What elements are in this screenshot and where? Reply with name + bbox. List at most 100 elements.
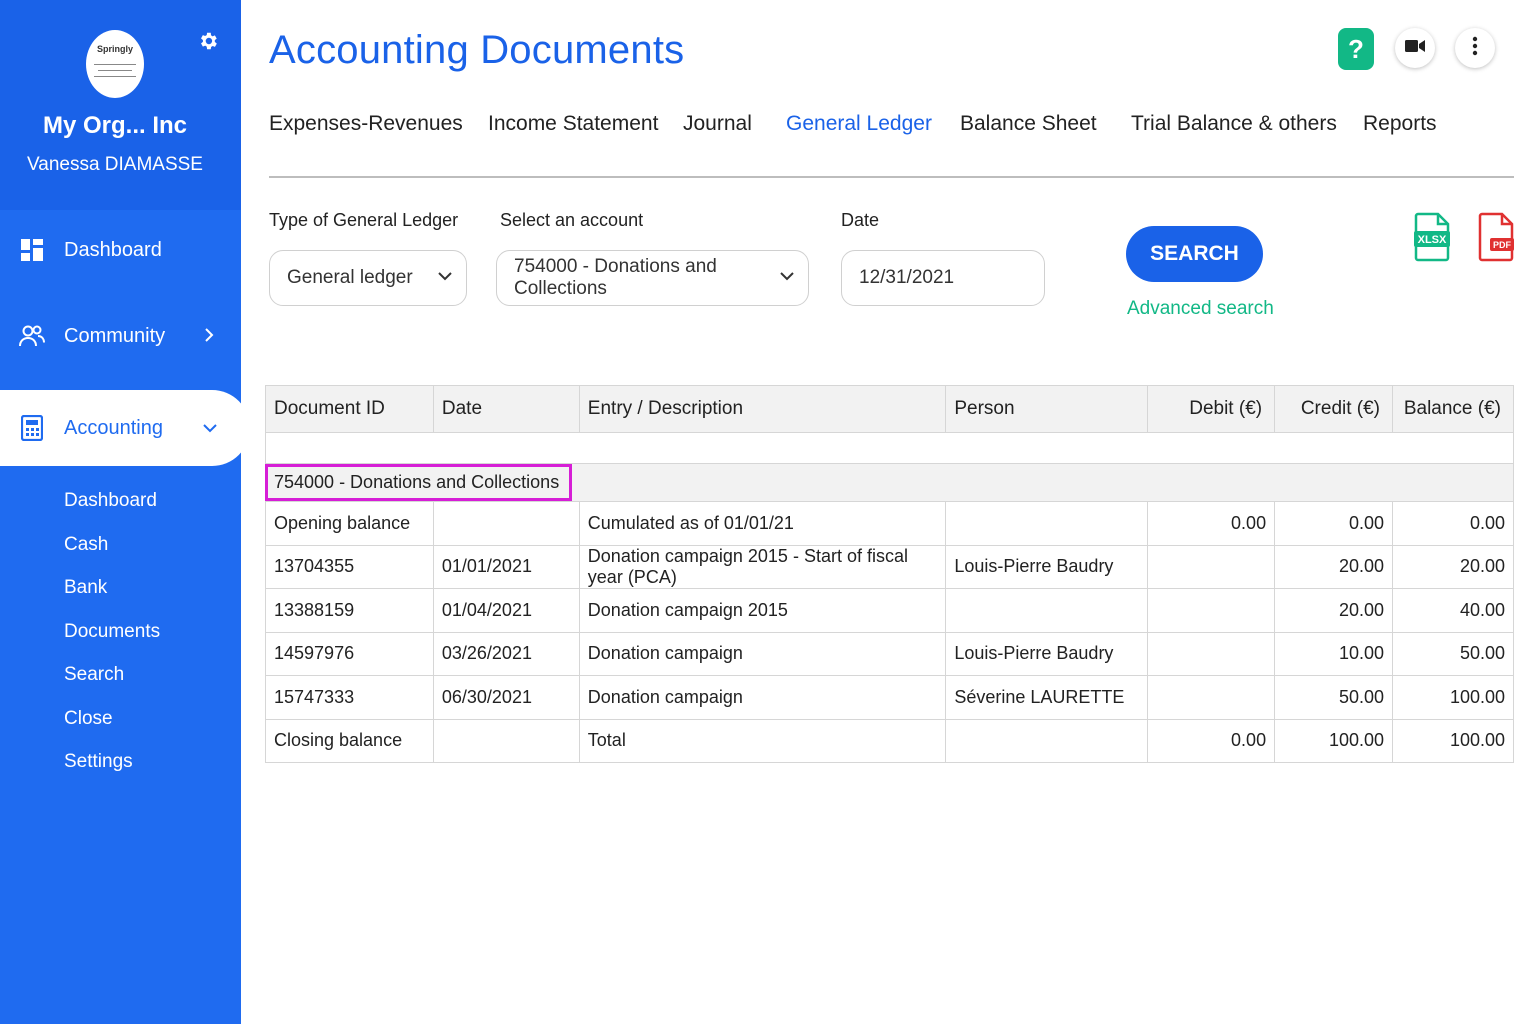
cell-balance: 100.00 — [1392, 718, 1514, 763]
tab-reports[interactable]: Reports — [1363, 112, 1437, 136]
sidebar-item-accounting[interactable]: Accounting — [0, 390, 250, 466]
dashboard-icon — [19, 237, 45, 263]
cell-person: Louis-Pierre Baudry — [945, 544, 1149, 589]
column-header[interactable]: Person — [945, 385, 1149, 433]
cell-balance: 0.00 — [1392, 501, 1514, 546]
cell-debit: 0.00 — [1147, 718, 1276, 763]
date-value: 12/31/2021 — [859, 267, 955, 288]
general-ledger-table: Document ID Date Entry / Description Per… — [265, 385, 1514, 763]
cell-credit: 20.00 — [1274, 588, 1394, 633]
table-row[interactable]: Closing balance Total 0.00 100.00 100.00 — [265, 718, 1514, 763]
ledger-type-select[interactable]: General ledger — [269, 250, 467, 306]
subnav-item-search[interactable]: Search — [64, 656, 160, 700]
chevron-down-icon — [203, 418, 217, 439]
chevron-down-icon — [438, 268, 452, 286]
table-row[interactable]: Opening balance Cumulated as of 01/01/21… — [265, 501, 1514, 546]
subnav-item-bank[interactable]: Bank — [64, 569, 160, 613]
account-select[interactable]: 754000 - Donations and Collections — [496, 250, 809, 306]
date-label: Date — [841, 210, 880, 230]
cell-date: 06/30/2021 — [432, 675, 580, 720]
settings-gear-icon[interactable] — [196, 30, 220, 54]
column-header[interactable]: Debit (€) — [1147, 385, 1276, 433]
subnav-item-documents[interactable]: Documents — [64, 613, 160, 657]
tab-balance-sheet[interactable]: Balance Sheet — [960, 112, 1097, 136]
tab-trial-balance[interactable]: Trial Balance & others — [1131, 112, 1337, 136]
cell-credit: 10.00 — [1274, 631, 1394, 676]
table-header-row: Document ID Date Entry / Description Per… — [265, 385, 1514, 433]
video-button[interactable] — [1395, 28, 1435, 68]
table-row[interactable]: 15747333 06/30/2021 Donation campaign Sé… — [265, 675, 1514, 720]
cell-date: 01/01/2021 — [432, 544, 580, 589]
column-header[interactable]: Entry / Description — [578, 385, 947, 433]
account-group-row: 754000 - Donations and Collections — [265, 463, 1514, 502]
logo-decoration — [94, 64, 136, 65]
subnav-item-dashboard[interactable]: Dashboard — [64, 482, 160, 526]
table-row[interactable]: 14597976 03/26/2021 Donation campaign Lo… — [265, 631, 1514, 676]
table-row[interactable]: 13388159 01/04/2021 Donation campaign 20… — [265, 588, 1514, 633]
column-header[interactable]: Credit (€) — [1274, 385, 1394, 433]
search-button[interactable]: SEARCH — [1126, 226, 1263, 282]
column-header[interactable]: Document ID — [265, 385, 434, 433]
cell-document-id: Opening balance — [265, 501, 434, 546]
cell-balance: 20.00 — [1392, 544, 1514, 589]
sidebar-item-label: Dashboard — [64, 238, 162, 261]
user-name: Vanessa DIAMASSE — [26, 154, 203, 175]
sidebar-item-dashboard[interactable]: Dashboard — [0, 220, 241, 280]
cell-credit: 0.00 — [1274, 501, 1394, 546]
cell-document-id: 13388159 — [265, 588, 434, 633]
pdf-export-icon[interactable]: PDF — [1478, 212, 1514, 262]
cell-debit — [1147, 675, 1276, 720]
help-button[interactable]: ? — [1338, 28, 1374, 70]
account-group-label: 754000 - Donations and Collections — [265, 464, 573, 501]
account-value: 754000 - Donations and Collections — [514, 256, 717, 299]
advanced-search-link[interactable]: Advanced search — [1127, 298, 1274, 320]
cell-document-id: 13704355 — [265, 544, 434, 589]
cell-description: Donation campaign — [578, 675, 947, 720]
tab-journal[interactable]: Journal — [683, 112, 752, 136]
logo-decoration — [98, 70, 132, 71]
org-name: My Org... Inc — [42, 112, 188, 139]
tab-income-statement[interactable]: Income Statement — [488, 112, 658, 136]
cell-debit: 0.00 — [1147, 501, 1276, 546]
cell-debit — [1147, 631, 1276, 676]
ledger-type-label: Type of General Ledger — [269, 210, 459, 230]
column-header[interactable]: Balance (€) — [1392, 385, 1514, 433]
page-title: Accounting Documents — [269, 28, 685, 72]
sidebar-item-label: Accounting — [64, 416, 163, 439]
cell-description: Donation campaign 2015 - Start of fiscal… — [578, 544, 947, 589]
accounting-subnav: Dashboard Cash Bank Documents Search Clo… — [64, 482, 160, 787]
cell-date — [432, 718, 580, 763]
question-icon: ? — [1348, 33, 1364, 64]
cell-description: Donation campaign 2015 — [578, 588, 947, 633]
xlsx-export-icon[interactable]: XLSX — [1414, 212, 1450, 262]
org-block: Springly My Org... Inc Vanessa DIAMASSE — [0, 0, 241, 210]
cell-date: 01/04/2021 — [432, 588, 580, 633]
table-row[interactable]: 13704355 01/01/2021 Donation campaign 20… — [265, 544, 1514, 589]
cell-document-id: 15747333 — [265, 675, 434, 720]
tab-general-ledger[interactable]: General Ledger — [786, 112, 932, 136]
logo-text: Springly — [96, 44, 133, 54]
cell-credit: 20.00 — [1274, 544, 1394, 589]
cell-balance: 50.00 — [1392, 631, 1514, 676]
cell-date: 03/26/2021 — [432, 631, 580, 676]
subnav-item-cash[interactable]: Cash — [64, 526, 160, 570]
cell-credit: 50.00 — [1274, 675, 1394, 720]
cell-debit — [1147, 544, 1276, 589]
tab-expenses-revenues[interactable]: Expenses-Revenues — [269, 112, 463, 136]
calculator-icon — [19, 415, 45, 441]
date-input[interactable]: 12/31/2021 — [841, 250, 1045, 306]
column-header[interactable]: Date — [432, 385, 580, 433]
sidebar-item-label: Community — [64, 324, 166, 347]
sidebar-item-community[interactable]: Community — [0, 306, 241, 366]
ledger-type-value: General ledger — [287, 267, 413, 288]
cell-date — [432, 501, 580, 546]
account-label: Select an account — [500, 210, 644, 230]
cell-balance: 40.00 — [1392, 588, 1514, 633]
cell-debit — [1147, 588, 1276, 633]
subnav-item-close[interactable]: Close — [64, 700, 160, 744]
cell-description: Cumulated as of 01/01/21 — [578, 501, 947, 546]
subnav-item-settings[interactable]: Settings — [64, 743, 160, 787]
community-icon — [19, 323, 45, 349]
more-options-button[interactable] — [1455, 28, 1495, 68]
cell-person — [945, 501, 1149, 546]
